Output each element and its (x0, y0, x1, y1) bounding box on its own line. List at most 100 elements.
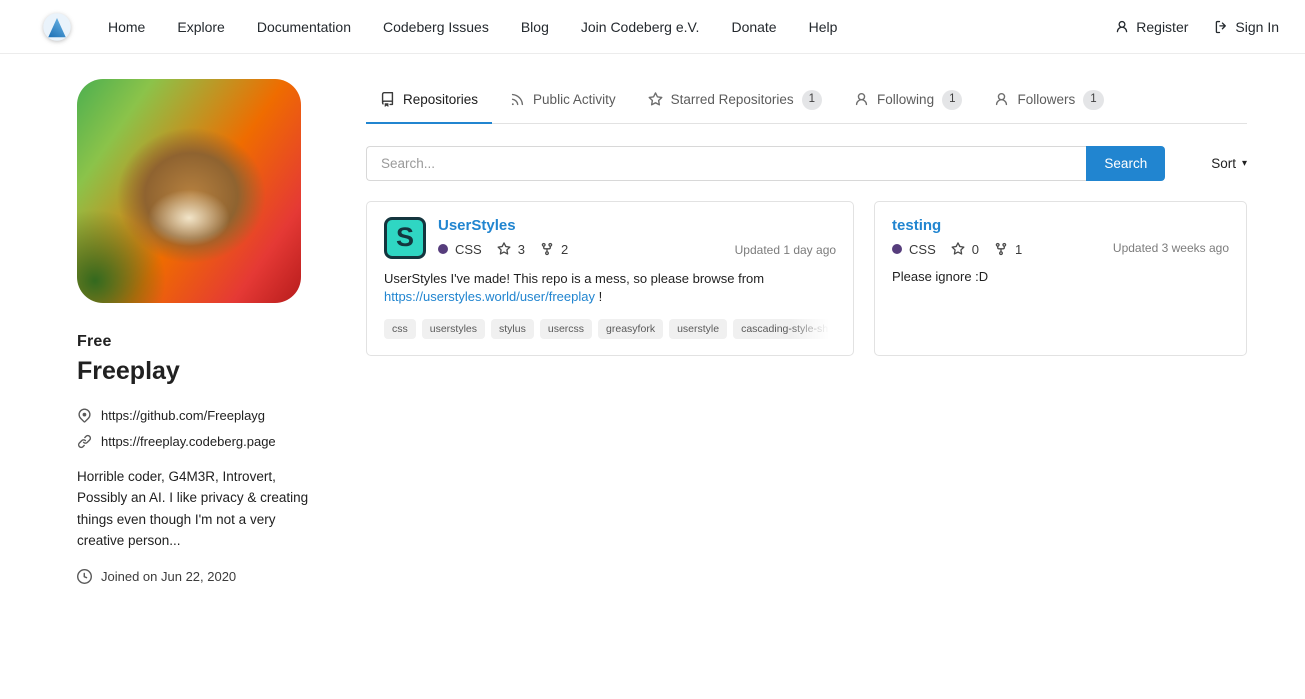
search-row: Search Sort ▾ (366, 146, 1247, 181)
repo-stars: 0 (972, 242, 979, 257)
repo-header: S UserStyles CSS 3 2 Updated 1 day ago (384, 217, 836, 259)
navbar: Home Explore Documentation Codeberg Issu… (0, 0, 1305, 54)
profile-bio: Horrible coder, G4M3R, Introvert, Possib… (77, 466, 309, 551)
sign-in-link[interactable]: Sign In (1214, 19, 1279, 35)
repo-description-text: UserStyles I've made! This repo is a mes… (384, 271, 764, 286)
star-icon (648, 92, 663, 107)
chevron-down-icon: ▾ (1242, 158, 1247, 169)
tab-following[interactable]: Following 1 (840, 79, 976, 124)
followers-count-badge: 1 (1083, 90, 1103, 110)
repo-link[interactable]: UserStyles (438, 217, 516, 234)
tab-followers[interactable]: Followers 1 (980, 79, 1117, 124)
topic-list: css userstyles stylus usercss greasyfork… (384, 319, 836, 339)
clock-icon (77, 569, 92, 584)
profile-joined: Joined on Jun 22, 2020 (101, 569, 236, 584)
tab-public-activity[interactable]: Public Activity (496, 79, 630, 124)
repo-link[interactable]: testing (892, 217, 941, 234)
topic-tag[interactable]: stylus (491, 319, 534, 339)
repo-description: UserStyles I've made! This repo is a mes… (384, 270, 836, 307)
profile-joined-row: Joined on Jun 22, 2020 (77, 569, 312, 584)
avatar (77, 79, 301, 303)
fork-icon (994, 242, 1008, 256)
person-icon (994, 92, 1009, 107)
main-content: Free Freeplay https://github.com/Freepla… (0, 54, 1305, 595)
userstyles-logo: S (384, 217, 426, 259)
nav-item-codeberg-issues[interactable]: Codeberg Issues (381, 13, 491, 41)
profile-tabs: Repositories Public Activity Starred Rep… (366, 79, 1247, 124)
tab-label: Followers (1017, 92, 1075, 107)
repo-description-suffix: ! (595, 289, 602, 304)
nav-item-blog[interactable]: Blog (519, 13, 551, 41)
tab-repositories[interactable]: Repositories (366, 79, 492, 124)
repo-language: CSS (455, 242, 482, 257)
nav-links: Home Explore Documentation Codeberg Issu… (106, 13, 839, 41)
search-group: Search (366, 146, 1165, 181)
repo-stars: 3 (518, 242, 525, 257)
repo-updated: Updated 3 weeks ago (1113, 241, 1229, 257)
nav-item-documentation[interactable]: Documentation (255, 13, 353, 41)
topic-tag[interactable]: usercss (540, 319, 592, 339)
rss-icon (510, 92, 525, 107)
profile-website-row: https://freeplay.codeberg.page (77, 434, 312, 449)
profile-username: Freeplay (77, 357, 312, 386)
topic-tag[interactable]: greasyfork (598, 319, 663, 339)
register-link[interactable]: Register (1115, 19, 1188, 35)
link-icon (77, 434, 92, 449)
nav-item-explore[interactable]: Explore (175, 13, 226, 41)
navbar-auth: Register Sign In (1115, 19, 1279, 35)
topic-tag[interactable]: css (384, 319, 416, 339)
search-input[interactable] (366, 146, 1086, 181)
search-button[interactable]: Search (1086, 146, 1165, 181)
codeberg-logo-icon (42, 12, 72, 42)
nav-item-home[interactable]: Home (106, 13, 147, 41)
nav-item-join-codeberg[interactable]: Join Codeberg e.V. (579, 13, 702, 41)
location-pin-icon (77, 408, 92, 423)
profile-sidebar: Free Freeplay https://github.com/Freepla… (77, 79, 312, 595)
topic-tag[interactable]: cascading-style-sh (733, 319, 836, 339)
profile-website-link[interactable]: https://freeplay.codeberg.page (101, 434, 276, 449)
tab-label: Following (877, 92, 934, 107)
language-dot (892, 244, 902, 254)
register-label: Register (1136, 19, 1188, 35)
sign-in-icon (1214, 20, 1228, 34)
content-column: Repositories Public Activity Starred Rep… (366, 79, 1247, 356)
topic-tag[interactable]: userstyle (669, 319, 727, 339)
star-icon (497, 242, 511, 256)
repo-forks: 2 (561, 242, 568, 257)
star-icon (951, 242, 965, 256)
repo-language: CSS (909, 242, 936, 257)
repo-updated: Updated 1 day ago (735, 243, 836, 259)
repo-meta: CSS 0 1 (892, 242, 1022, 257)
sort-dropdown[interactable]: Sort ▾ (1211, 156, 1247, 171)
sign-in-label: Sign In (1235, 19, 1279, 35)
profile-location: https://github.com/Freeplayg (101, 408, 265, 423)
profile-display-name: Free (77, 333, 312, 351)
repo-header: testing CSS 0 1 Updated 3 weeks ago (892, 217, 1229, 257)
repo-card: testing CSS 0 1 Updated 3 weeks ago Plea… (874, 201, 1247, 357)
nav-item-donate[interactable]: Donate (729, 13, 778, 41)
person-icon (854, 92, 869, 107)
nav-item-help[interactable]: Help (807, 13, 840, 41)
repo-title-block: UserStyles CSS 3 2 (438, 217, 568, 257)
repo-meta: CSS 3 2 (438, 242, 568, 257)
tab-label: Repositories (403, 92, 478, 107)
language-dot (438, 244, 448, 254)
person-icon (1115, 20, 1129, 34)
fork-icon (540, 242, 554, 256)
repository-list: S UserStyles CSS 3 2 Updated 1 day ago (366, 201, 1247, 357)
sort-label: Sort (1211, 156, 1236, 171)
repo-card: S UserStyles CSS 3 2 Updated 1 day ago (366, 201, 854, 357)
following-count-badge: 1 (942, 90, 962, 110)
profile-location-row: https://github.com/Freeplayg (77, 408, 312, 423)
tab-label: Starred Repositories (671, 92, 794, 107)
repo-forks: 1 (1015, 242, 1022, 257)
repo-title-block: testing CSS 0 1 (892, 217, 1022, 257)
repo-icon (380, 92, 395, 107)
tab-starred-repositories[interactable]: Starred Repositories 1 (634, 79, 836, 124)
repo-description: Please ignore :D (892, 268, 1229, 286)
topic-tag[interactable]: userstyles (422, 319, 485, 339)
tab-label: Public Activity (533, 92, 616, 107)
description-link[interactable]: https://userstyles.world/user/freeplay (384, 289, 595, 304)
codeberg-logo[interactable] (42, 12, 72, 42)
starred-count-badge: 1 (802, 90, 822, 110)
